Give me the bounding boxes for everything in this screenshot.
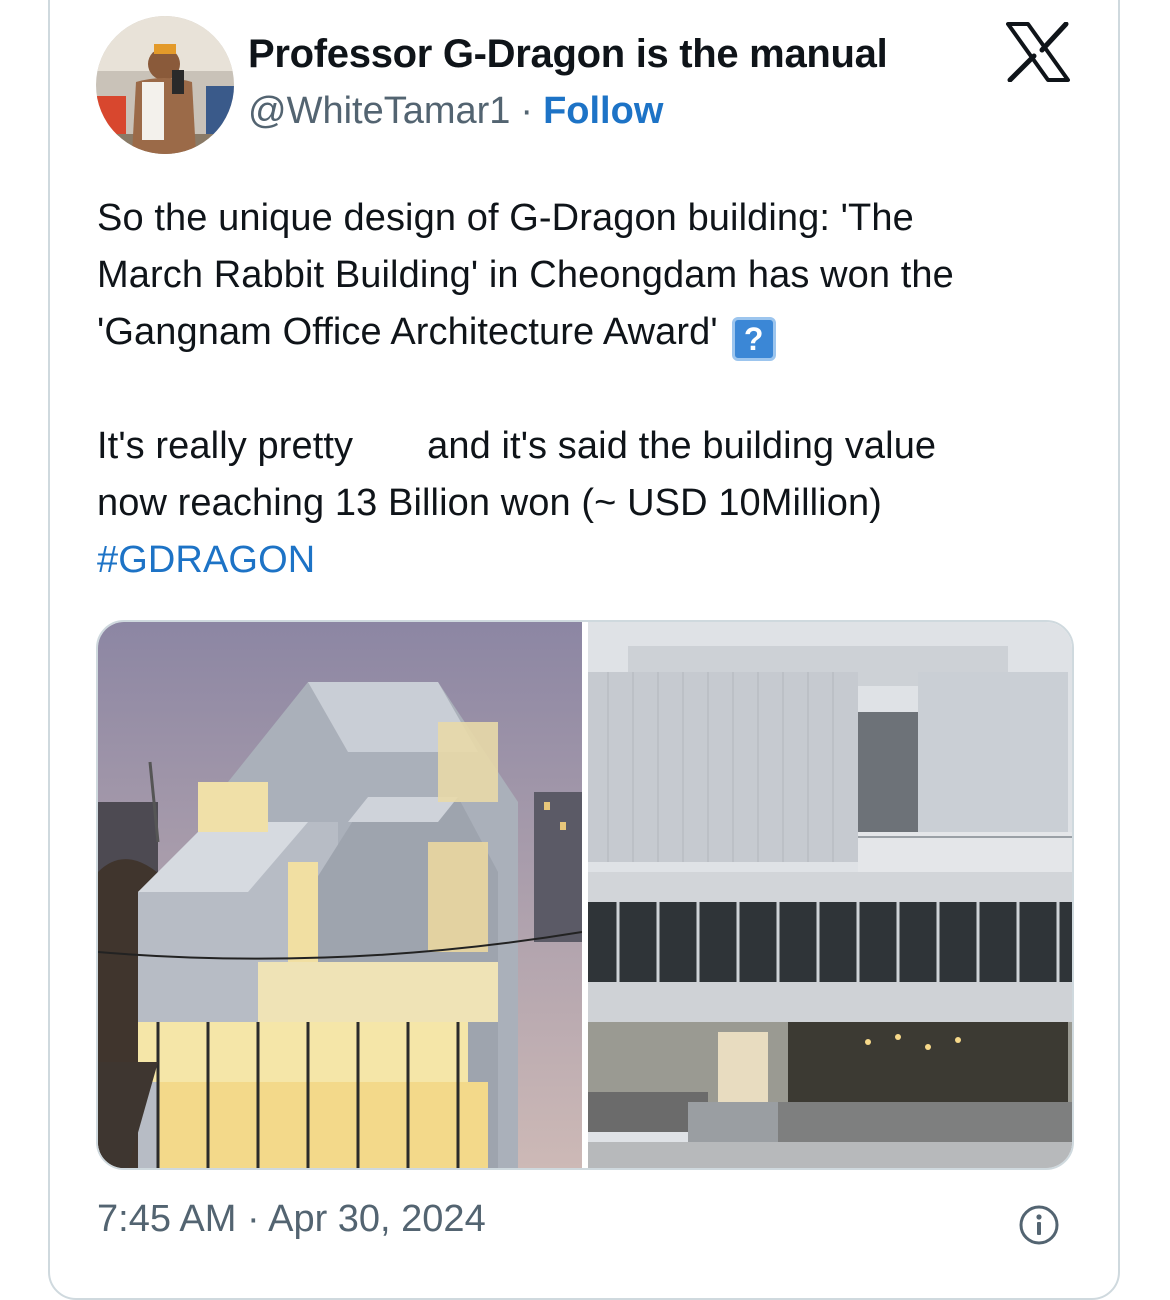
tweet-text-line-5: now reaching 13 Billion won (~ USD 10Mil… xyxy=(97,482,882,524)
follow-button[interactable]: Follow xyxy=(543,90,663,132)
avatar-image xyxy=(96,16,234,154)
author-handle[interactable]: @WhiteTamar1 xyxy=(248,90,510,132)
tweet-text-line-3: 'Gangnam Office Architecture Award'? xyxy=(97,304,1097,361)
author-name[interactable]: Professor G-Dragon is the manual xyxy=(248,32,888,77)
info-icon[interactable] xyxy=(1018,1204,1060,1246)
tweet-text-line-4: It's really pretty and it's said the buil… xyxy=(97,418,1097,475)
tweet-text-line-4b: and it's said the building value xyxy=(427,425,937,467)
tweet-text: So the unique design of G-Dragon buildin… xyxy=(97,190,1097,589)
building-photo-right[interactable] xyxy=(588,622,1074,1168)
question-emoji-icon: ? xyxy=(731,317,776,361)
handle-separator: · xyxy=(520,90,534,132)
building-photo-left[interactable] xyxy=(98,622,582,1168)
media-grid xyxy=(96,620,1074,1170)
author-handle-row: @WhiteTamar1 · Follow xyxy=(248,90,663,133)
avatar[interactable] xyxy=(96,16,234,154)
hashtag-link[interactable]: #GDRAGON xyxy=(97,532,1097,589)
tweet-text-line-1: So the unique design of G-Dragon buildin… xyxy=(97,197,914,239)
tweet-text-line-3-text: 'Gangnam Office Architecture Award' xyxy=(97,311,718,353)
tweet-text-line-4a: It's really pretty xyxy=(97,425,354,467)
x-logo-icon[interactable] xyxy=(1006,22,1070,82)
tweet-text-line-2: March Rabbit Building' in Cheongdam has … xyxy=(97,254,954,296)
tweet-timestamp[interactable]: 7:45 AM · Apr 30, 2024 xyxy=(97,1198,486,1241)
